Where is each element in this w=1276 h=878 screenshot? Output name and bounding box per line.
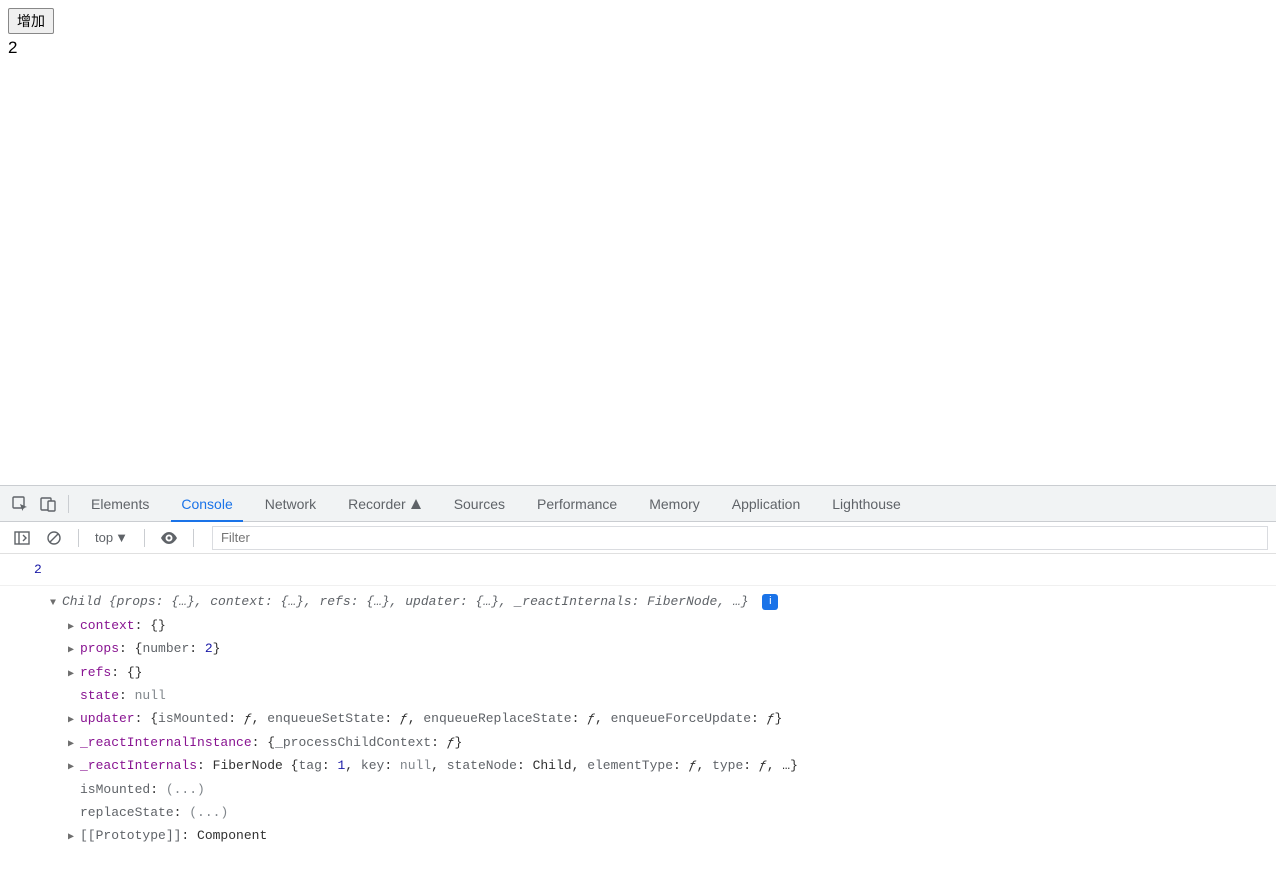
tab-console[interactable]: Console (165, 486, 248, 521)
divider (78, 529, 79, 547)
prop-props[interactable]: props: {number: 2} (68, 637, 1276, 660)
device-toolbar-icon[interactable] (34, 490, 62, 518)
log-number-value: 2 (20, 562, 42, 577)
sidebar-toggle-icon[interactable] (8, 524, 36, 552)
expand-arrow-icon[interactable] (68, 637, 78, 660)
tab-elements[interactable]: Elements (75, 486, 165, 521)
log-entry-object[interactable]: Child {props: {…}, context: {…}, refs: {… (0, 586, 1276, 851)
devtools-panel: Elements Console Network Recorder Source… (0, 485, 1276, 878)
tab-memory[interactable]: Memory (633, 486, 716, 521)
increment-button[interactable]: 增加 (8, 8, 54, 34)
live-expression-icon[interactable] (155, 524, 183, 552)
info-icon[interactable]: i (762, 594, 778, 610)
log-entry[interactable]: 2 (0, 554, 1276, 586)
prop-react-internal-instance[interactable]: _reactInternalInstance: {_processChildCo… (68, 731, 1276, 754)
tab-lighthouse[interactable]: Lighthouse (816, 486, 917, 521)
console-output: 2 Child {props: {…}, context: {…}, refs:… (0, 554, 1276, 878)
prop-react-internals[interactable]: _reactInternals: FiberNode {tag: 1, key:… (68, 754, 1276, 777)
object-properties: context: {} props: {number: 2} refs: {} … (20, 614, 1276, 848)
expand-arrow-icon[interactable] (68, 824, 78, 847)
prop-refs[interactable]: refs: {} (68, 661, 1276, 684)
expand-arrow-icon[interactable] (68, 661, 78, 684)
tab-recorder-label: Recorder (348, 496, 406, 512)
inspect-element-icon[interactable] (6, 490, 34, 518)
tab-performance[interactable]: Performance (521, 486, 633, 521)
chevron-down-icon: ▼ (115, 530, 128, 545)
counter-value: 2 (8, 38, 1268, 58)
tab-sources[interactable]: Sources (438, 486, 521, 521)
devtools-tabbar: Elements Console Network Recorder Source… (0, 486, 1276, 522)
console-toolbar: top ▼ (0, 522, 1276, 554)
object-header: Child {props: {…}, context: {…}, refs: {… (62, 594, 749, 609)
divider (193, 529, 194, 547)
context-selector[interactable]: top ▼ (89, 530, 134, 545)
tab-application[interactable]: Application (716, 486, 817, 521)
divider (68, 495, 69, 513)
expand-arrow-icon[interactable] (68, 731, 78, 754)
page-content: 增加 2 (0, 0, 1276, 485)
prop-replacestate[interactable]: ▶replaceState: (...) (68, 801, 1276, 824)
prop-context[interactable]: context: {} (68, 614, 1276, 637)
prop-state[interactable]: ▶state: null (68, 684, 1276, 707)
tab-network[interactable]: Network (249, 486, 332, 521)
prop-prototype[interactable]: [[Prototype]]: Component (68, 824, 1276, 847)
expand-arrow-icon[interactable] (68, 614, 78, 637)
context-label: top (95, 530, 113, 545)
prop-updater[interactable]: updater: {isMounted: ƒ, enqueueSetState:… (68, 707, 1276, 730)
expand-arrow-icon[interactable] (68, 754, 78, 777)
expand-arrow-icon[interactable] (50, 590, 60, 613)
expand-arrow-icon[interactable] (68, 707, 78, 730)
preview-icon (410, 498, 422, 510)
prop-ismounted[interactable]: ▶isMounted: (...) (68, 778, 1276, 801)
clear-console-icon[interactable] (40, 524, 68, 552)
filter-input[interactable] (212, 526, 1268, 550)
divider (144, 529, 145, 547)
tab-recorder[interactable]: Recorder (332, 486, 438, 521)
